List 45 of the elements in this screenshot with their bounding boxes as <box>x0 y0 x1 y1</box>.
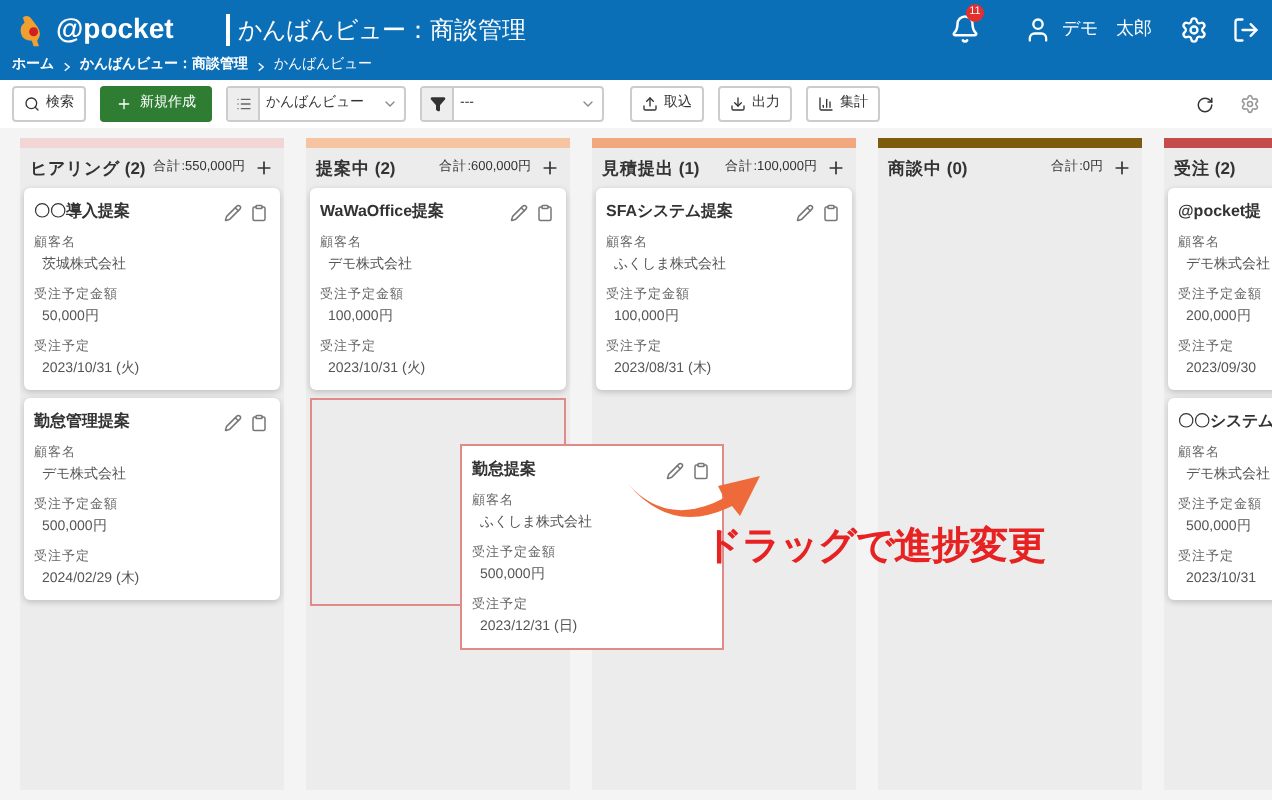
plus-icon <box>116 96 132 112</box>
add-icon[interactable] <box>254 158 274 178</box>
card-title: SFAシステム提案 <box>606 200 734 224</box>
bell-icon[interactable] <box>950 14 980 44</box>
pencil-icon[interactable] <box>224 203 242 221</box>
add-icon[interactable] <box>540 158 560 178</box>
card-title: 〇〇導入提案 <box>34 200 130 224</box>
settings-icon[interactable] <box>1240 94 1260 114</box>
card-title: WaWaOffice提案 <box>320 200 445 224</box>
bar-chart-icon <box>818 96 834 112</box>
add-icon[interactable] <box>826 158 846 178</box>
add-icon[interactable] <box>1112 158 1132 178</box>
search-icon <box>24 96 40 112</box>
clipboard-icon[interactable] <box>250 413 268 431</box>
user-name[interactable]: デモ 太郎 <box>1062 15 1152 43</box>
pencil-icon[interactable] <box>510 203 528 221</box>
clipboard-icon[interactable] <box>536 203 554 221</box>
card-title: 〇〇システム <box>1178 410 1272 434</box>
column-title: 受注 (2) <box>1174 155 1236 181</box>
clipboard-icon[interactable] <box>692 461 710 479</box>
card-title: 勤怠管理提案 <box>34 410 130 434</box>
user-icon[interactable] <box>1024 15 1052 43</box>
column-title: 商談中 (0) <box>888 155 968 181</box>
filter-icon <box>429 96 445 112</box>
chevron-icon <box>64 61 70 72</box>
page-title: かんばんビュー：商談管理 <box>237 13 526 47</box>
refresh-icon[interactable] <box>1196 95 1214 113</box>
pencil-icon[interactable] <box>224 413 242 431</box>
chevron-down-icon <box>382 96 398 112</box>
chevron-icon <box>258 61 264 72</box>
column-title: ヒアリング (2) <box>30 155 146 181</box>
logout-icon[interactable] <box>1232 15 1260 43</box>
logo-text: @pocket <box>56 10 174 48</box>
pencil-icon[interactable] <box>666 461 684 479</box>
upload-icon <box>642 96 658 112</box>
column-title: 見積提出 (1) <box>602 155 700 181</box>
clipboard-icon[interactable] <box>250 203 268 221</box>
card-title: @pocket提 <box>1178 200 1262 224</box>
download-icon <box>730 96 746 112</box>
list-icon <box>235 96 251 112</box>
chevron-down-icon <box>580 96 596 112</box>
card-title: 勤怠提案 <box>472 458 536 482</box>
column-title: 提案中 (2) <box>316 155 396 181</box>
clipboard-icon[interactable] <box>822 203 840 221</box>
pencil-icon[interactable] <box>796 203 814 221</box>
